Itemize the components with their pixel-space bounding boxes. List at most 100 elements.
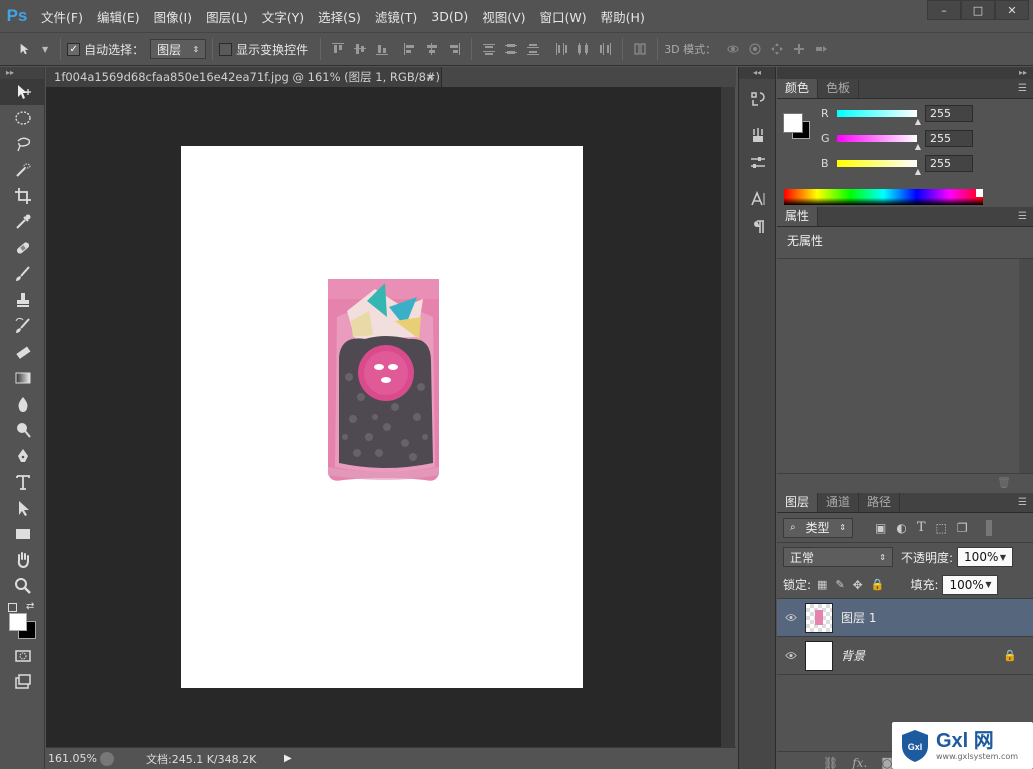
dodge-tool[interactable] bbox=[0, 417, 45, 443]
tab-swatches[interactable]: 色板 bbox=[818, 79, 860, 98]
tab-color[interactable]: 颜色 bbox=[777, 79, 819, 98]
tab-paths[interactable]: 路径 bbox=[859, 493, 901, 512]
color-fg-swatch[interactable] bbox=[783, 113, 803, 133]
chevron-down-icon[interactable]: ▼ bbox=[1000, 553, 1006, 562]
menu-help[interactable]: 帮助(H) bbox=[594, 7, 652, 26]
brush-settings-icon[interactable] bbox=[739, 149, 777, 177]
menu-3d[interactable]: 3D(D) bbox=[424, 9, 475, 24]
layer-filter-dropdown[interactable]: ⌕ 类型 ⇕ bbox=[783, 517, 853, 538]
filter-pixel-icon[interactable]: ▣ bbox=[875, 521, 886, 535]
layers-panel-menu-icon[interactable]: ☰ bbox=[1018, 493, 1033, 512]
hand-tool[interactable] bbox=[0, 547, 45, 573]
properties-scrollbar[interactable] bbox=[1019, 259, 1033, 473]
distribute-vcenter-icon[interactable] bbox=[502, 40, 520, 58]
align-top-icon[interactable] bbox=[329, 40, 347, 58]
vertical-scrollbar[interactable] bbox=[721, 87, 735, 747]
brush-tool[interactable] bbox=[0, 261, 45, 287]
history-panel-icon[interactable] bbox=[739, 85, 777, 113]
color-panel-menu-icon[interactable]: ☰ bbox=[1018, 79, 1033, 98]
filter-adjustment-icon[interactable]: ◐ bbox=[896, 521, 906, 535]
menu-file[interactable]: 文件(F) bbox=[34, 7, 90, 26]
3d-pan-icon[interactable] bbox=[768, 40, 786, 58]
close-document-icon[interactable]: × bbox=[425, 67, 435, 87]
menu-window[interactable]: 窗口(W) bbox=[533, 7, 594, 26]
zoom-tool[interactable] bbox=[0, 573, 45, 599]
eraser-tool[interactable] bbox=[0, 339, 45, 365]
dock-collapse-icon[interactable]: ◂◂ bbox=[739, 67, 775, 79]
red-slider[interactable]: ▲ bbox=[837, 110, 921, 126]
screen-mode-icon[interactable] bbox=[0, 669, 45, 695]
align-left-icon[interactable] bbox=[401, 40, 419, 58]
elliptical-marquee-tool[interactable] bbox=[0, 105, 45, 131]
blue-value-input[interactable]: 255 bbox=[925, 155, 973, 172]
menu-edit[interactable]: 编辑(E) bbox=[90, 7, 147, 26]
3d-rotate-icon[interactable] bbox=[724, 40, 742, 58]
menu-select[interactable]: 选择(S) bbox=[311, 7, 368, 26]
panel-collapse-icon[interactable]: ▸▸ bbox=[777, 67, 1033, 79]
filter-type-icon[interactable]: T bbox=[917, 520, 926, 535]
quick-selection-tool[interactable] bbox=[0, 157, 45, 183]
blur-tool[interactable] bbox=[0, 391, 45, 417]
spot-healing-brush-tool[interactable] bbox=[0, 235, 45, 261]
default-colors-icon[interactable] bbox=[8, 603, 17, 612]
status-info-icon[interactable] bbox=[100, 751, 114, 766]
layer-name[interactable]: 图层 1 bbox=[841, 609, 876, 626]
tab-channels[interactable]: 通道 bbox=[818, 493, 860, 512]
minimize-button[interactable]: – bbox=[927, 0, 961, 20]
align-right-icon[interactable] bbox=[445, 40, 463, 58]
trash-icon[interactable]: 🗑 bbox=[997, 476, 1011, 489]
transform-controls-checkbox[interactable] bbox=[219, 42, 233, 56]
blend-mode-dropdown[interactable]: 正常 ⇕ bbox=[783, 547, 893, 567]
status-menu-arrow-icon[interactable]: ▶ bbox=[284, 753, 292, 764]
move-tool[interactable] bbox=[0, 79, 45, 105]
green-value-input[interactable]: 255 bbox=[925, 130, 973, 147]
red-value-input[interactable]: 255 bbox=[925, 105, 973, 122]
lasso-tool[interactable] bbox=[0, 131, 45, 157]
properties-panel-menu-icon[interactable]: ☰ bbox=[1018, 207, 1033, 226]
distribute-hcenter-icon[interactable] bbox=[574, 40, 592, 58]
3d-scale-icon[interactable] bbox=[812, 40, 830, 58]
link-layers-icon[interactable]: ⛓ bbox=[823, 756, 838, 769]
color-spectrum-ramp[interactable] bbox=[784, 189, 983, 205]
tools-collapse-icon[interactable]: ▸▸ bbox=[0, 67, 44, 79]
gradient-tool[interactable] bbox=[0, 365, 45, 391]
type-tool[interactable] bbox=[0, 469, 45, 495]
visibility-eye-icon[interactable] bbox=[777, 651, 805, 660]
preset-chevron-icon[interactable]: ▼ bbox=[42, 45, 48, 54]
lock-position-icon[interactable]: ✥ bbox=[853, 578, 863, 592]
chevron-down-icon[interactable]: ▼ bbox=[985, 580, 991, 589]
auto-select-dropdown[interactable]: 图层 ⇕ bbox=[150, 39, 207, 59]
visibility-eye-icon[interactable] bbox=[777, 613, 805, 622]
layer-name[interactable]: 背景 bbox=[841, 647, 865, 664]
fill-input[interactable]: 100% ▼ bbox=[942, 574, 999, 595]
menu-layer[interactable]: 图层(L) bbox=[199, 7, 255, 26]
filter-shape-icon[interactable]: ⬚ bbox=[936, 521, 947, 535]
3d-slide-icon[interactable] bbox=[790, 40, 808, 58]
opacity-input[interactable]: 100% ▼ bbox=[957, 547, 1014, 567]
lock-all-icon[interactable]: 🔒 bbox=[871, 578, 885, 591]
paragraph-panel-icon[interactable] bbox=[739, 213, 777, 241]
document-tab[interactable]: 1f004a1569d68cfaa850e16e42ea71f.jpg @ 16… bbox=[46, 67, 442, 87]
maximize-button[interactable]: □ bbox=[961, 0, 995, 20]
zoom-level[interactable]: 161.05% bbox=[46, 752, 100, 765]
distribute-top-icon[interactable] bbox=[480, 40, 498, 58]
distribute-bottom-icon[interactable] bbox=[524, 40, 542, 58]
layer-row-layer1[interactable]: 图层 1 bbox=[777, 599, 1033, 637]
filter-toggle-switch[interactable] bbox=[985, 519, 992, 536]
align-hcenter-icon[interactable] bbox=[423, 40, 441, 58]
menu-type[interactable]: 文字(Y) bbox=[255, 7, 311, 26]
history-brush-tool[interactable] bbox=[0, 313, 45, 339]
foreground-color-swatch[interactable] bbox=[9, 613, 27, 631]
layer-style-icon[interactable]: fx. bbox=[852, 756, 867, 769]
move-tool-preset-icon[interactable] bbox=[10, 40, 40, 58]
blue-slider[interactable]: ▲ bbox=[837, 160, 921, 176]
quick-mask-icon[interactable] bbox=[0, 643, 45, 669]
close-button[interactable]: ✕ bbox=[995, 0, 1029, 20]
brush-presets-icon[interactable] bbox=[739, 121, 777, 149]
green-slider[interactable]: ▲ bbox=[837, 135, 921, 151]
filter-smart-object-icon[interactable]: ❐ bbox=[957, 521, 968, 535]
lock-transparent-icon[interactable]: ▦ bbox=[817, 578, 827, 591]
auto-align-icon[interactable] bbox=[631, 40, 649, 58]
layer-row-background[interactable]: 背景 🔒 bbox=[777, 637, 1033, 675]
lock-pixels-icon[interactable]: ✎ bbox=[835, 578, 844, 591]
